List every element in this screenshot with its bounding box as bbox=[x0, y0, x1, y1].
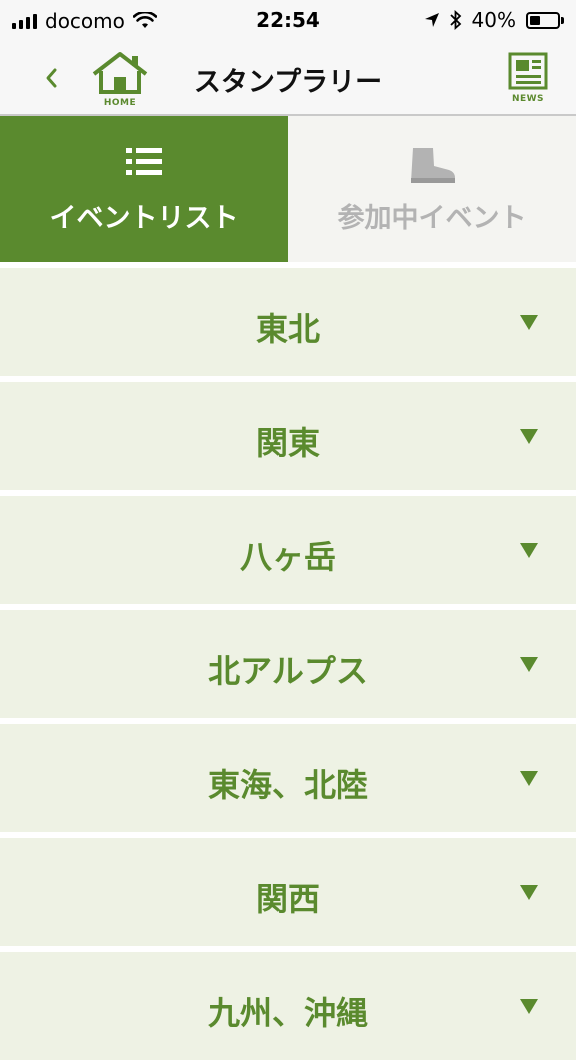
tab-event-list[interactable]: イベントリスト bbox=[0, 116, 288, 262]
region-label: 東北 bbox=[255, 310, 320, 348]
region-item-kanto[interactable]: 関東 bbox=[0, 382, 576, 490]
region-item-kyushu-okinawa[interactable]: 九州、沖縄 bbox=[0, 952, 576, 1060]
caret-down-icon bbox=[520, 543, 538, 558]
tab-participating-label: 参加中イベント bbox=[337, 203, 527, 234]
status-bar: docomo 22:54 40% bbox=[0, 0, 576, 40]
region-label: 北アルプス bbox=[208, 652, 368, 690]
caret-down-icon bbox=[520, 657, 538, 672]
bluetooth-icon bbox=[449, 10, 461, 30]
region-label: 九州、沖縄 bbox=[207, 994, 368, 1032]
region-item-yatsugatake[interactable]: 八ヶ岳 bbox=[0, 496, 576, 604]
caret-down-icon bbox=[520, 429, 538, 444]
region-list: 東北 関東 八ヶ岳 北アルプス 東海、北陸 関西 九州、沖縄 bbox=[0, 262, 576, 1060]
page-title: スタンプラリー bbox=[193, 67, 383, 98]
tab-bar: イベントリスト 参加中イベント bbox=[0, 116, 576, 262]
caret-down-icon bbox=[520, 999, 538, 1014]
boot-icon bbox=[288, 146, 576, 186]
region-label: 東海、北陸 bbox=[207, 766, 368, 804]
home-label: HOME bbox=[103, 98, 137, 108]
newspaper-icon bbox=[508, 52, 548, 90]
battery-percent: 40% bbox=[471, 8, 516, 32]
tab-event-list-label: イベントリスト bbox=[49, 203, 239, 234]
region-label: 八ヶ岳 bbox=[239, 538, 336, 576]
caret-down-icon bbox=[520, 885, 538, 900]
region-label: 関東 bbox=[255, 424, 320, 462]
location-arrow-icon bbox=[424, 13, 439, 27]
list-icon bbox=[0, 146, 288, 178]
battery-icon bbox=[526, 11, 564, 29]
nav-bar: HOME スタンプラリー NEWS bbox=[0, 40, 576, 116]
region-item-kansai[interactable]: 関西 bbox=[0, 838, 576, 946]
tab-participating[interactable]: 参加中イベント bbox=[288, 116, 576, 262]
caret-down-icon bbox=[520, 771, 538, 786]
region-item-tohoku[interactable]: 東北 bbox=[0, 268, 576, 376]
caret-down-icon bbox=[520, 315, 538, 330]
region-label: 関西 bbox=[255, 880, 320, 918]
status-right: 40% bbox=[424, 8, 564, 32]
news-label: NEWS bbox=[511, 94, 545, 104]
region-item-kita-alps[interactable]: 北アルプス bbox=[0, 610, 576, 718]
region-item-tokai-hokuriku[interactable]: 東海、北陸 bbox=[0, 724, 576, 832]
news-button[interactable]: NEWS bbox=[508, 52, 548, 104]
